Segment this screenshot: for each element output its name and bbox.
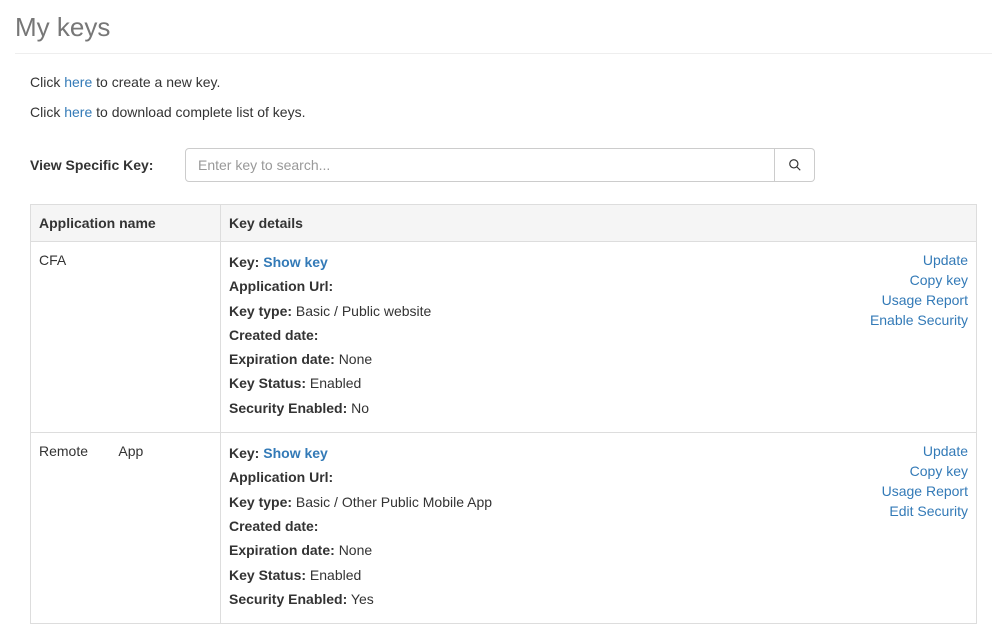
page-title: My keys (15, 0, 992, 54)
label-key-status: Key Status: (229, 375, 306, 391)
action-edit-security[interactable]: Edit Security (882, 503, 968, 519)
label-security-enabled: Security Enabled: (229, 591, 347, 607)
label-created-date: Created date: (229, 327, 318, 343)
create-key-line: Click here to create a new key. (30, 74, 977, 90)
show-key-link[interactable]: Show key (263, 445, 328, 461)
value-key-type: Basic / Other Public Mobile App (296, 494, 492, 510)
create-key-prefix: Click (30, 74, 64, 90)
label-key: Key: (229, 445, 259, 461)
action-enable-security[interactable]: Enable Security (870, 312, 968, 328)
value-expiration-date: None (339, 542, 372, 558)
label-expiration-date: Expiration date: (229, 351, 335, 367)
action-copy-key[interactable]: Copy key (882, 463, 968, 479)
label-expiration-date: Expiration date: (229, 542, 335, 558)
key-details-cell: Key: Show key Application Url: Key type:… (221, 242, 977, 433)
value-key-status: Enabled (310, 567, 361, 583)
label-key-type: Key type: (229, 303, 292, 319)
app-name-cell: Remote App (31, 433, 221, 624)
label-app-url: Application Url: (229, 469, 333, 485)
label-created-date: Created date: (229, 518, 318, 534)
label-key: Key: (229, 254, 259, 270)
value-security-enabled: No (351, 400, 369, 416)
col-header-keydetails: Key details (221, 205, 977, 242)
search-label: View Specific Key: (30, 157, 185, 173)
value-expiration-date: None (339, 351, 372, 367)
value-key-status: Enabled (310, 375, 361, 391)
download-keys-link[interactable]: here (64, 104, 92, 120)
action-copy-key[interactable]: Copy key (870, 272, 968, 288)
action-usage-report[interactable]: Usage Report (882, 483, 968, 499)
search-row: View Specific Key: (30, 148, 977, 182)
table-row: Remote App Key: Show key Application Url… (31, 433, 977, 624)
search-input[interactable] (185, 148, 775, 182)
search-input-group (185, 148, 815, 182)
label-app-url: Application Url: (229, 278, 333, 294)
create-key-suffix: to create a new key. (92, 74, 220, 90)
label-security-enabled: Security Enabled: (229, 400, 347, 416)
key-details-cell: Key: Show key Application Url: Key type:… (221, 433, 977, 624)
label-key-status: Key Status: (229, 567, 306, 583)
value-key-type: Basic / Public website (296, 303, 431, 319)
action-update[interactable]: Update (870, 252, 968, 268)
show-key-link[interactable]: Show key (263, 254, 328, 270)
search-icon (788, 158, 802, 172)
download-keys-prefix: Click (30, 104, 64, 120)
keys-table: Application name Key details CFA Key: Sh… (30, 204, 977, 624)
action-update[interactable]: Update (882, 443, 968, 459)
value-security-enabled: Yes (351, 591, 374, 607)
download-keys-line: Click here to download complete list of … (30, 104, 977, 120)
label-key-type: Key type: (229, 494, 292, 510)
search-button[interactable] (775, 148, 815, 182)
app-name-cell: CFA (31, 242, 221, 433)
col-header-appname: Application name (31, 205, 221, 242)
table-row: CFA Key: Show key Application Url: Key t… (31, 242, 977, 433)
download-keys-suffix: to download complete list of keys. (92, 104, 305, 120)
create-key-link[interactable]: here (64, 74, 92, 90)
action-usage-report[interactable]: Usage Report (870, 292, 968, 308)
content-area: Click here to create a new key. Click he… (15, 74, 992, 624)
